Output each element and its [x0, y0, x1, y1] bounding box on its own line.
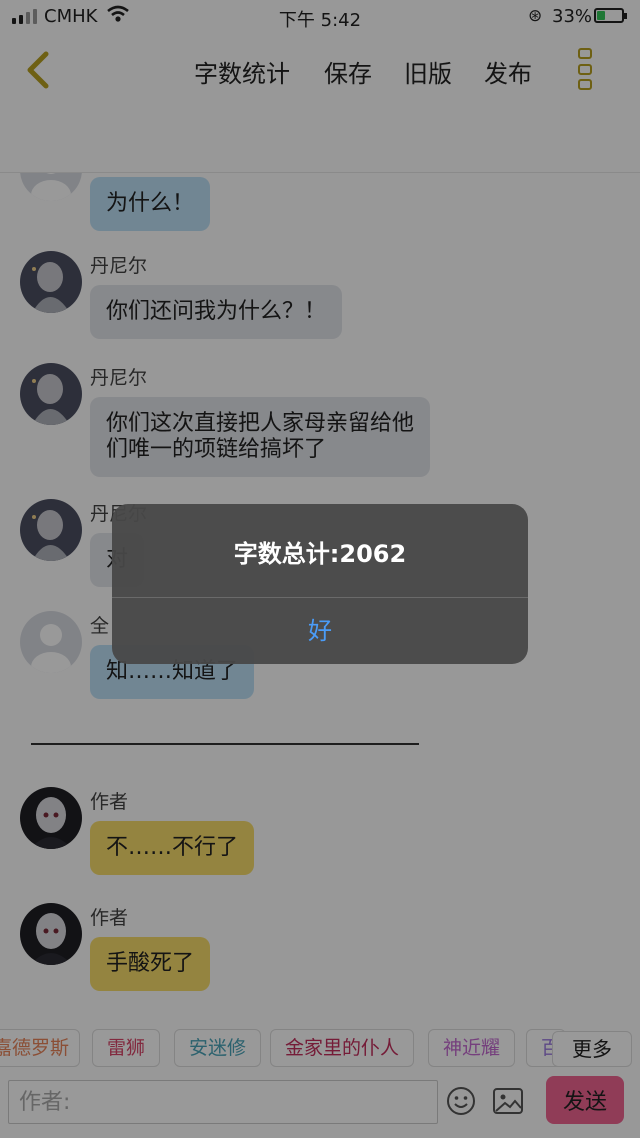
word-count-alert: 字数总计:2062 好: [112, 504, 528, 664]
alert-message: 字数总计:2062: [233, 540, 407, 568]
alert-ok-button[interactable]: 好: [112, 598, 528, 664]
